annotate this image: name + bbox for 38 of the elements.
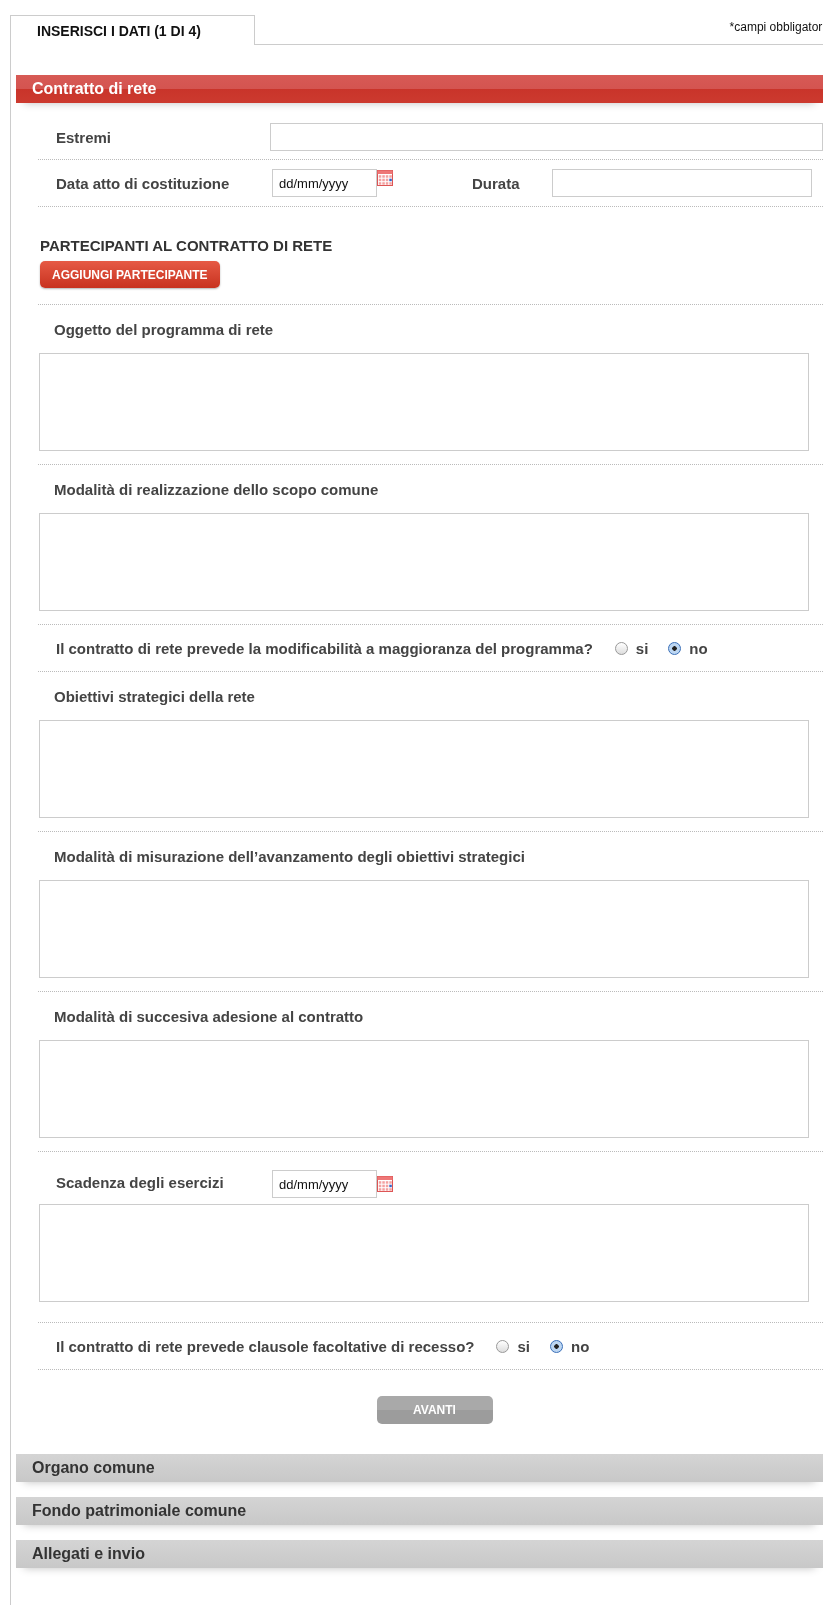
radio-label: no [571, 1337, 590, 1355]
field-label: Estremi [56, 128, 113, 146]
text-area[interactable] [39, 353, 809, 451]
text-field[interactable] [551, 169, 812, 197]
calendar-icon[interactable] [377, 1176, 393, 1192]
field-label: Modalità di misurazione dell’avanzamento degli obiettivi strategici [54, 848, 526, 865]
text-area[interactable] [39, 880, 809, 978]
text-area[interactable] [39, 1040, 809, 1138]
text-area[interactable] [39, 1204, 809, 1302]
calendar-icon[interactable] [377, 170, 393, 186]
radio-button[interactable] [496, 1339, 510, 1353]
radio-label: no [689, 639, 708, 657]
date-field[interactable]: dd/mm/yyyy [272, 1170, 377, 1198]
section-header[interactable]: Fondo patrimoniale comune [16, 1497, 823, 1525]
field-label: Durata [472, 174, 520, 192]
text-area[interactable] [39, 513, 809, 611]
question-text: Il contratto di rete prevede clausole facoltative di recesso? [56, 1337, 475, 1355]
radio-button[interactable] [550, 1339, 563, 1353]
field-label: Scadenza degli esercizi [55, 1173, 225, 1191]
radio-button[interactable] [668, 641, 682, 655]
question-text: Il contratto di rete prevede la modificabilità a maggioranza del programma? [56, 639, 593, 657]
text-area[interactable] [39, 720, 809, 818]
form-tab[interactable]: INSERISCI I DATI (1 DI 4) [10, 15, 255, 45]
field-label: Modalità di realizzazione dello scopo comune [54, 481, 380, 498]
field-label: Data atto di costituzione [56, 174, 231, 192]
field-label: Oggetto del programma di rete [54, 321, 275, 338]
radio-label: si [517, 1337, 530, 1355]
group-heading: PARTECIPANTI AL CONTRATTO DI RETE [40, 237, 333, 254]
section-header[interactable]: Allegati e invio [16, 1540, 823, 1568]
field-label: Modalità di succesiva adesione al contratto [54, 1008, 365, 1025]
section-header[interactable]: Organo comune [16, 1454, 823, 1482]
text-field[interactable] [270, 123, 823, 151]
date-field[interactable]: dd/mm/yyyy [272, 169, 377, 197]
radio-label: si [635, 639, 649, 657]
field-label: Obiettivi strategici della rete [54, 688, 256, 705]
radio-button[interactable] [614, 641, 628, 655]
section-header[interactable]: Contratto di rete [16, 75, 823, 103]
add-participant-button[interactable]: AGGIUNGI PARTECIPANTE [40, 261, 220, 288]
